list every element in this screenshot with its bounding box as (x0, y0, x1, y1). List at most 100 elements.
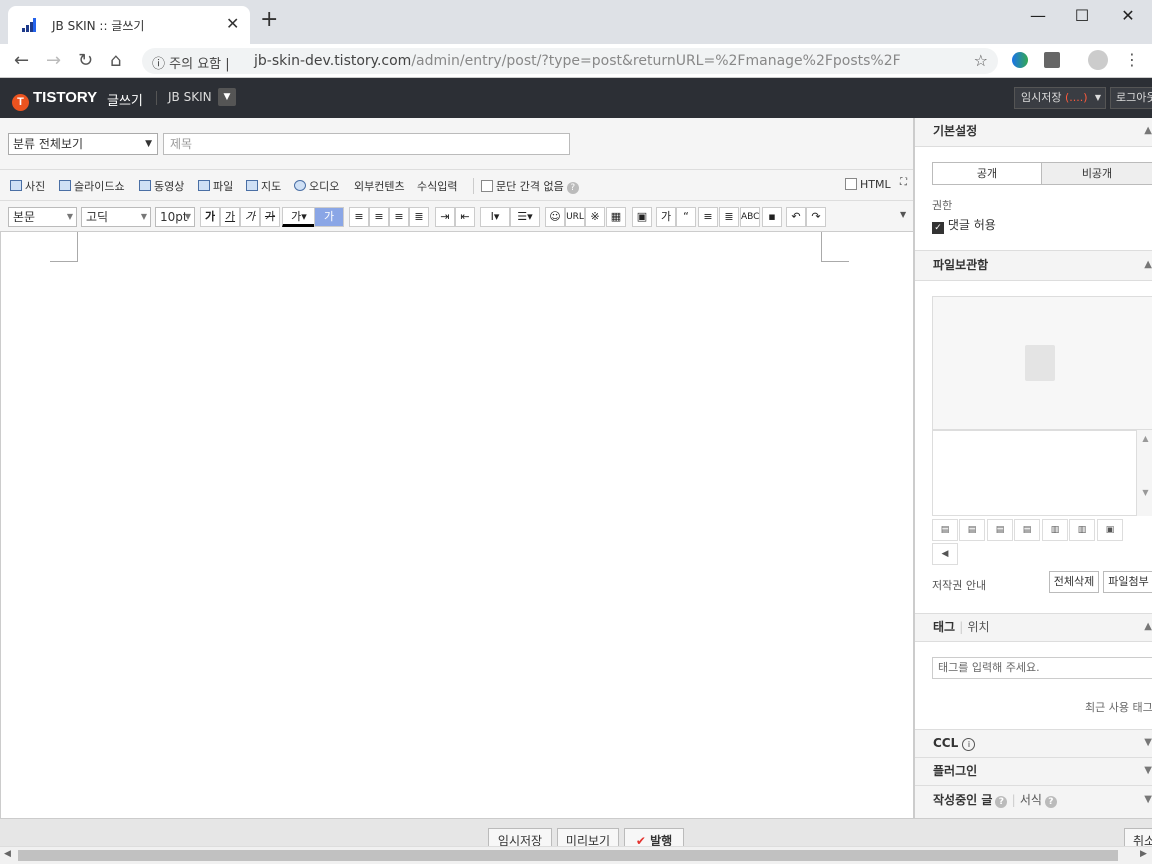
underline-icon[interactable]: 가 (220, 207, 240, 227)
delete-all-button[interactable]: 전체삭제 (1049, 571, 1099, 593)
temp-save-dropdown[interactable]: 임시저장 (....) ▼ (1014, 87, 1106, 109)
profile-avatar-icon[interactable] (1088, 50, 1108, 70)
indent-icon[interactable]: ⇥ (435, 207, 455, 227)
no-spacing-checkbox[interactable]: 문단 간격 없음? (481, 178, 579, 194)
highlight-color-icon[interactable]: 가 (314, 207, 344, 227)
help-icon[interactable]: ? (995, 796, 1008, 808)
gallery-icon[interactable]: ▣ (1097, 519, 1123, 541)
logout-button[interactable]: 로그아웃 (1110, 87, 1152, 109)
omnibox[interactable]: ⓘ 주의 요함 | jb-skin-dev.tistory.com/admin/… (142, 48, 998, 74)
drafts-header[interactable]: 작성중인 글? | 서식? ▼ (915, 785, 1152, 815)
reload-icon[interactable]: ↻ (78, 50, 93, 71)
tag-header[interactable]: 태그 | 위치 ▲ (915, 613, 1152, 641)
browser-tab[interactable]: JB SKIN :: 글쓰기 ✕ (8, 6, 250, 44)
audio-file-icon[interactable]: ◀ (932, 543, 958, 565)
redo-icon[interactable]: ↷ (806, 207, 826, 227)
insert-slideshow-button[interactable]: 슬라이드쇼 (59, 178, 125, 194)
html-mode-checkbox[interactable]: HTML (845, 178, 891, 191)
align-left-icon[interactable]: ≡ (349, 207, 369, 227)
private-button[interactable]: 비공개 (1041, 162, 1152, 185)
align-right-image-icon[interactable]: ▤ (987, 519, 1013, 541)
line-height-icon[interactable]: I▾ (480, 207, 510, 227)
location-tab[interactable]: 위치 (968, 620, 990, 634)
list-icon[interactable]: ☰▾ (510, 207, 540, 227)
italic-icon[interactable]: 가 (240, 207, 260, 227)
scroll-right-icon[interactable]: ▶ (1140, 849, 1147, 859)
security-indicator[interactable]: ⓘ 주의 요함 | (152, 53, 230, 72)
plugin-header[interactable]: 플러그인 ▼ (915, 757, 1152, 785)
extension-icon[interactable] (1012, 52, 1028, 68)
format-tab[interactable]: 서식 (1020, 793, 1042, 807)
align-right-icon[interactable]: ≡ (389, 207, 409, 227)
tab-close-icon[interactable]: ✕ (226, 14, 239, 33)
window-close-icon[interactable]: ✕ (1108, 6, 1148, 25)
align-full-image-icon[interactable]: ▤ (1014, 519, 1040, 541)
menu-icon[interactable]: ⋮ (1124, 50, 1140, 69)
category-select[interactable]: 분류 전체보기 ▼ (8, 133, 158, 155)
scroll-left-icon[interactable]: ◀ (4, 849, 11, 859)
save-icon[interactable]: ▪ (762, 207, 782, 227)
divider-line-icon[interactable]: ≡ (698, 207, 718, 227)
outdent-icon[interactable]: ⇤ (455, 207, 475, 227)
spell-check-icon[interactable]: ABC (740, 207, 760, 227)
quote-icon[interactable]: “ (676, 207, 696, 227)
insert-audio-button[interactable]: 오디오 (294, 178, 339, 194)
special-char-icon[interactable]: ※ (585, 207, 605, 227)
extension-chart-icon[interactable] (1044, 52, 1060, 68)
font-size-select[interactable]: 10pt ▼ (155, 207, 195, 227)
tag-input[interactable]: 태그를 입력해 주세요. (932, 657, 1152, 679)
file-list[interactable] (932, 430, 1137, 516)
table-icon[interactable]: ▦ (606, 207, 626, 227)
allow-comment-checkbox[interactable]: ✓ 댓글 허용 (932, 216, 996, 234)
align-left-image-icon[interactable]: ▤ (932, 519, 958, 541)
fullscreen-icon[interactable]: ⛶ (900, 177, 907, 188)
insert-photo-button[interactable]: 사진 (10, 178, 45, 194)
align-justify-icon[interactable]: ≣ (409, 207, 429, 227)
undo-icon[interactable]: ↶ (786, 207, 806, 227)
basic-settings-header[interactable]: 기본설정 ▲ (915, 118, 1152, 146)
file-list-scrollbar[interactable]: ▲ ▼ (1137, 430, 1152, 516)
font-color-icon[interactable]: 가▾ (282, 207, 316, 227)
minimize-icon[interactable]: — (1018, 6, 1058, 25)
emoticon-icon[interactable]: ☺ (545, 207, 565, 227)
two-images-icon[interactable]: ▥ (1042, 519, 1068, 541)
text-box-icon[interactable]: 가 (656, 207, 676, 227)
back-icon[interactable]: ← (14, 50, 29, 71)
paragraph-style-select[interactable]: 본문 ▼ (8, 207, 77, 227)
url-text[interactable]: jb-skin-dev.tistory.com/admin/entry/post… (254, 53, 901, 69)
help-icon[interactable]: ? (566, 182, 579, 194)
recent-tags-link[interactable]: 최근 사용 태그 (1085, 699, 1152, 715)
attach-file-button[interactable]: 파일첨부 (1103, 571, 1152, 593)
scrollbar-thumb[interactable] (18, 850, 1118, 861)
maximize-icon[interactable]: ☐ (1062, 6, 1102, 25)
ccl-header[interactable]: CCL i ▼ (915, 729, 1152, 757)
three-images-icon[interactable]: ▥ (1069, 519, 1095, 541)
horizontal-scrollbar[interactable]: ◀ ▶ (0, 846, 1152, 864)
align-center-image-icon[interactable]: ▤ (959, 519, 985, 541)
insert-map-button[interactable]: 지도 (246, 178, 281, 194)
link-button[interactable]: URL (565, 207, 585, 227)
forward-icon[interactable]: → (46, 50, 61, 71)
strikethrough-icon[interactable]: 가 (260, 207, 280, 227)
editor-content-area[interactable] (0, 232, 913, 818)
insert-video-button[interactable]: 동영상 (139, 178, 184, 194)
insert-formula-button[interactable]: 수식입력 (417, 178, 457, 194)
copyright-notice[interactable]: 저작권 안내 (932, 577, 986, 593)
align-center-icon[interactable]: ≡ (369, 207, 389, 227)
page-break-icon[interactable]: ≣ (719, 207, 739, 227)
insert-file-button[interactable]: 파일 (198, 178, 233, 194)
font-family-select[interactable]: 고딕 ▼ (81, 207, 151, 227)
help-icon[interactable]: ? (1044, 796, 1057, 808)
insert-external-button[interactable]: 외부컨텐츠 (354, 178, 405, 194)
home-icon[interactable]: ⌂ (110, 50, 121, 71)
title-input[interactable]: 제목 (163, 133, 570, 155)
bookmark-star-icon[interactable]: ☆ (974, 51, 988, 70)
public-button[interactable]: 공개 (932, 162, 1042, 185)
tistory-logo[interactable]: T TISTORY (12, 89, 97, 111)
filebox-header[interactable]: 파일보관함 ▲ (915, 250, 1152, 280)
blog-dropdown-icon[interactable]: ▼ (218, 88, 236, 106)
toolbar-expand-icon[interactable]: ▼ (900, 210, 906, 219)
bold-icon[interactable]: 가 (200, 207, 220, 227)
new-tab-icon[interactable]: + (260, 9, 278, 31)
box-icon[interactable]: ▣ (632, 207, 652, 227)
